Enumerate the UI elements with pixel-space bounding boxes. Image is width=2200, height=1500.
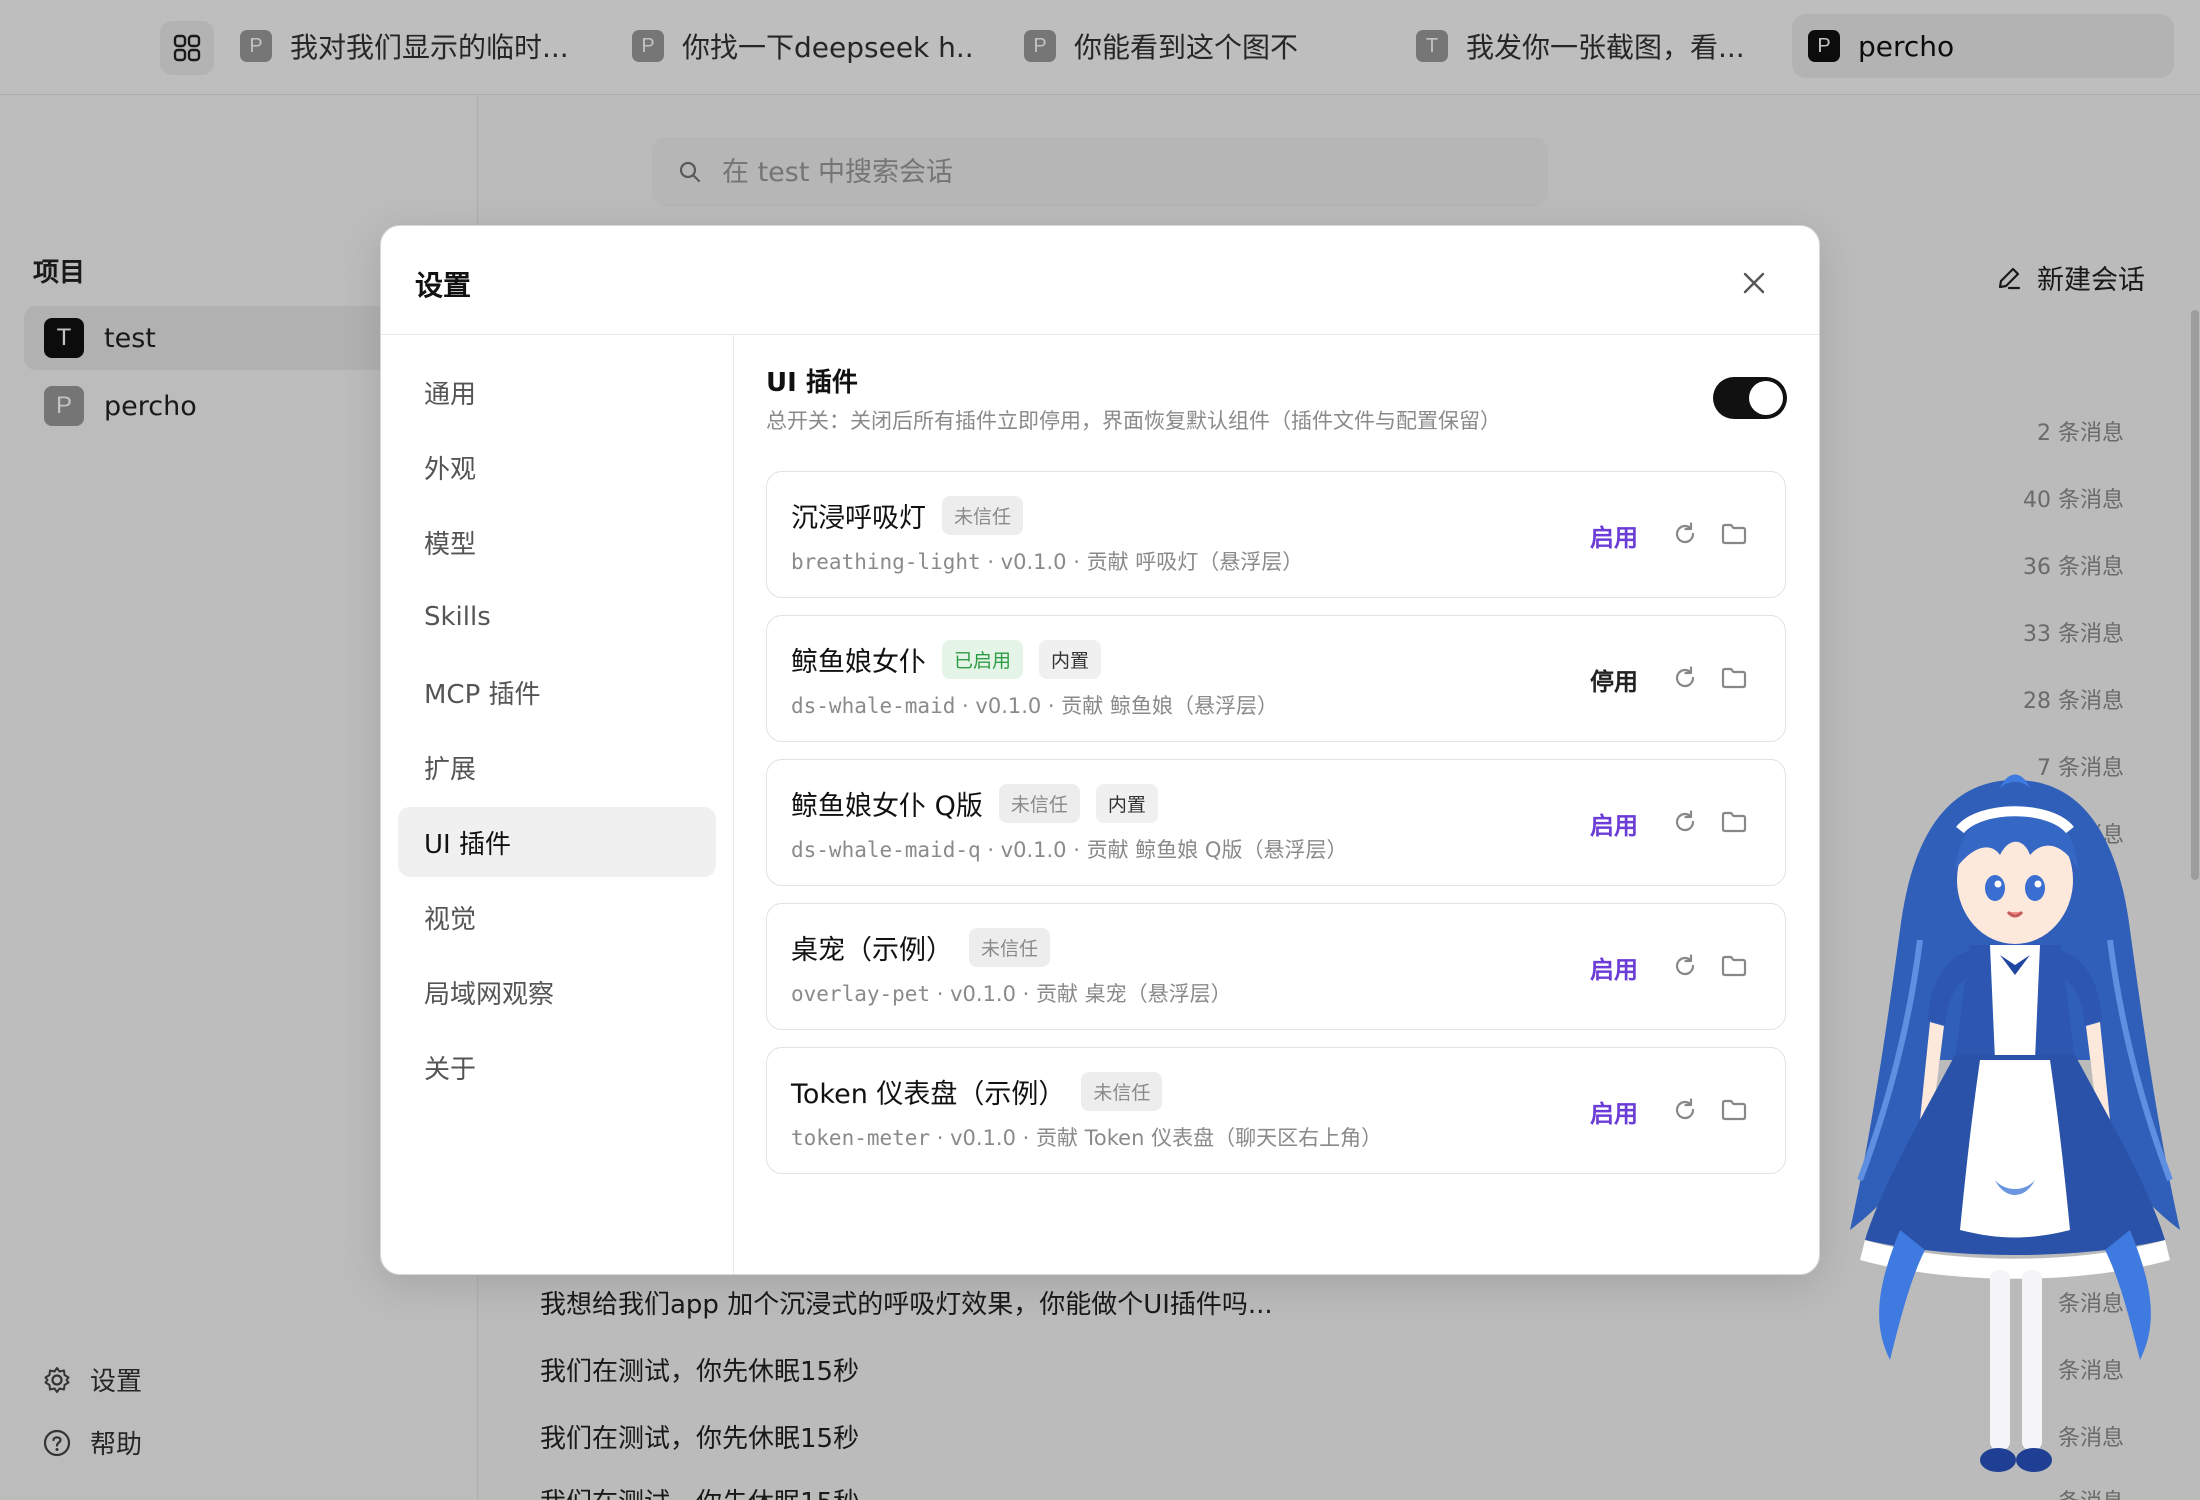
plugin-id: overlay-pet — [791, 982, 931, 1006]
plugin-card-ds-whale-maid: 鲸鱼娘女仆 已启用 内置 ds-whale-maid · v0.1.0 · 贡献… — [766, 615, 1786, 742]
nav-appearance[interactable]: 外观 — [398, 432, 716, 502]
disable-button[interactable]: 停用 — [1590, 662, 1638, 697]
nav-mcp-plugins[interactable]: MCP 插件 — [398, 657, 716, 727]
nav-general[interactable]: 通用 — [398, 357, 716, 427]
plugin-detail: · v0.1.0 · 贡献 呼吸灯（悬浮层） — [980, 550, 1304, 574]
untrusted-badge: 未信任 — [942, 496, 1024, 535]
plugin-name: Token 仪表盘（示例） — [791, 1079, 1066, 1110]
plugin-title-row: 鲸鱼娘女仆 Q版 未信任 内置 — [791, 784, 1158, 823]
enable-button[interactable]: 启用 — [1590, 950, 1638, 985]
folder-icon[interactable] — [1720, 664, 1748, 692]
enable-button[interactable]: 启用 — [1590, 806, 1638, 841]
plugin-meta: ds-whale-maid · v0.1.0 · 贡献 鲸鱼娘（悬浮层） — [791, 690, 1278, 720]
plugin-detail: · v0.1.0 · 贡献 鲸鱼娘（悬浮层） — [955, 694, 1278, 718]
close-icon[interactable] — [1739, 268, 1769, 298]
toggle-knob — [1749, 381, 1783, 415]
plugin-card-breathing-light: 沉浸呼吸灯 未信任 breathing-light · v0.1.0 · 贡献 … — [766, 471, 1786, 598]
nav-extensions[interactable]: 扩展 — [398, 732, 716, 802]
reload-icon[interactable] — [1671, 1096, 1699, 1124]
plugin-name: 桌宠（示例） — [791, 935, 953, 966]
reload-icon[interactable] — [1671, 520, 1699, 548]
nav-lan-observe[interactable]: 局域网观察 — [398, 957, 716, 1027]
section-title: UI 插件 — [766, 368, 858, 398]
reload-icon[interactable] — [1671, 952, 1699, 980]
plugin-card-overlay-pet: 桌宠（示例） 未信任 overlay-pet · v0.1.0 · 贡献 桌宠（… — [766, 903, 1786, 1030]
plugin-detail: · v0.1.0 · 贡献 桌宠（悬浮层） — [930, 982, 1232, 1006]
plugin-card-ds-whale-maid-q: 鲸鱼娘女仆 Q版 未信任 内置 ds-whale-maid-q · v0.1.0… — [766, 759, 1786, 886]
builtin-badge: 内置 — [1095, 784, 1158, 823]
enabled-badge: 已启用 — [942, 640, 1024, 679]
plugin-detail: · v0.1.0 · 贡献 鲸鱼娘 Q版（悬浮层） — [980, 838, 1348, 862]
nav-models[interactable]: 模型 — [398, 507, 716, 577]
plugin-title-row: 桌宠（示例） 未信任 — [791, 928, 1051, 967]
plugin-name: 鲸鱼娘女仆 — [791, 647, 926, 678]
plugin-card-token-meter: Token 仪表盘（示例） 未信任 token-meter · v0.1.0 ·… — [766, 1047, 1786, 1174]
enable-button[interactable]: 启用 — [1590, 518, 1638, 553]
dialog-header: 设置 — [381, 226, 1819, 335]
settings-nav: 通用 外观 模型 Skills MCP 插件 扩展 UI 插件 视觉 局域网观察… — [381, 335, 734, 1274]
ui-plugins-master-toggle[interactable] — [1713, 377, 1787, 419]
builtin-badge: 内置 — [1039, 640, 1102, 679]
plugin-id: ds-whale-maid-q — [791, 838, 981, 862]
plugin-detail: · v0.1.0 · 贡献 Token 仪表盘（聊天区右上角） — [930, 1126, 1383, 1150]
plugin-name: 鲸鱼娘女仆 Q版 — [791, 791, 983, 822]
plugin-title-row: Token 仪表盘（示例） 未信任 — [791, 1072, 1163, 1111]
plugin-name: 沉浸呼吸灯 — [791, 503, 926, 534]
reload-icon[interactable] — [1671, 808, 1699, 836]
reload-icon[interactable] — [1671, 664, 1699, 692]
plugin-id: breathing-light — [791, 550, 981, 574]
section-description: 总开关：关闭后所有插件立即停用，界面恢复默认组件（插件文件与配置保留） — [766, 409, 1501, 433]
whale-maid-mascot[interactable] — [1830, 760, 2200, 1500]
untrusted-badge: 未信任 — [998, 784, 1080, 823]
untrusted-badge: 未信任 — [969, 928, 1051, 967]
nav-skills[interactable]: Skills — [398, 582, 716, 652]
untrusted-badge: 未信任 — [1081, 1072, 1163, 1111]
nav-ui-plugins[interactable]: UI 插件 — [398, 807, 716, 877]
folder-icon[interactable] — [1720, 520, 1748, 548]
plugin-title-row: 沉浸呼吸灯 未信任 — [791, 496, 1024, 535]
nav-about[interactable]: 关于 — [398, 1032, 716, 1102]
enable-button[interactable]: 启用 — [1590, 1094, 1638, 1129]
dialog-title: 设置 — [415, 269, 472, 302]
plugin-meta: overlay-pet · v0.1.0 · 贡献 桌宠（悬浮层） — [791, 978, 1232, 1008]
nav-vision[interactable]: 视觉 — [398, 882, 716, 952]
folder-icon[interactable] — [1720, 808, 1748, 836]
plugin-meta: breathing-light · v0.1.0 · 贡献 呼吸灯（悬浮层） — [791, 546, 1303, 576]
folder-icon[interactable] — [1720, 952, 1748, 980]
plugin-meta: ds-whale-maid-q · v0.1.0 · 贡献 鲸鱼娘 Q版（悬浮层… — [791, 834, 1347, 864]
plugin-title-row: 鲸鱼娘女仆 已启用 内置 — [791, 640, 1102, 679]
plugin-meta: token-meter · v0.1.0 · 贡献 Token 仪表盘（聊天区右… — [791, 1122, 1382, 1152]
plugin-id: ds-whale-maid — [791, 694, 956, 718]
plugin-id: token-meter — [791, 1126, 931, 1150]
folder-icon[interactable] — [1720, 1096, 1748, 1124]
